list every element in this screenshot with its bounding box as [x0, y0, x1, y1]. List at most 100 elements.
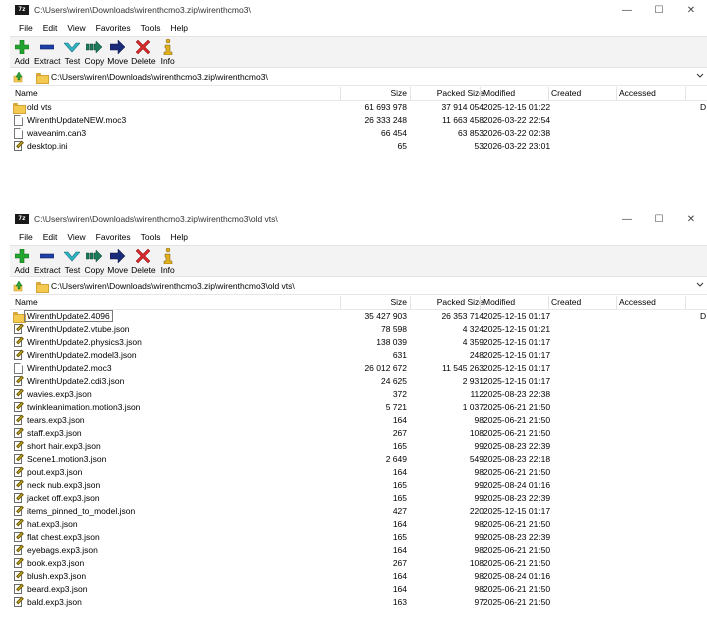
menu-file[interactable]: File: [14, 232, 38, 242]
file-row[interactable]: neck nub.exp3.json 165 99 2025-08-24 01:16: [10, 479, 707, 492]
file-modified: 2025-08-23 22:38: [483, 389, 551, 399]
chevron-down-icon[interactable]: [695, 71, 705, 81]
file-row[interactable]: WirenthUpdate2.physics3.json 138 039 4 359…: [10, 336, 707, 349]
file-row[interactable]: blush.exp3.json 164 98 2025-08-24 01:16: [10, 570, 707, 583]
minimize-button[interactable]: —: [611, 209, 643, 229]
file-size: 165: [392, 493, 407, 503]
file-name: WirenthUpdateNEW.moc3: [27, 115, 127, 125]
chevron-down-icon[interactable]: [695, 280, 705, 290]
col-size-header[interactable]: Size: [390, 88, 407, 98]
title-bar[interactable]: 7z C:\Users\wiren\Downloads\wirenthcmo3.…: [10, 209, 707, 229]
file-row[interactable]: beard.exp3.json 164 98 2025-06-21 21:50: [10, 583, 707, 596]
json-file-icon: [13, 596, 24, 608]
list-header: Name Size Packed Size Modified Created A…: [10, 86, 707, 101]
file-row[interactable]: WirenthUpdate2.cdi3.json 24 625 2 931 2025-…: [10, 375, 707, 388]
file-modified: 2025-06-21 21:50: [483, 428, 551, 438]
move-button[interactable]: Move: [107, 37, 128, 66]
file-row[interactable]: bald.exp3.json 163 97 2025-06-21 21:50: [10, 596, 707, 609]
file-row[interactable]: WirenthUpdateNEW.moc3 26 333 248 11 663 45…: [10, 114, 707, 127]
add-button[interactable]: Add: [13, 246, 31, 275]
copy-button[interactable]: Copy: [84, 37, 104, 66]
file-row[interactable]: hat.exp3.json 164 98 2025-06-21 21:50: [10, 518, 707, 531]
menu-edit[interactable]: Edit: [38, 23, 63, 33]
file-row[interactable]: twinkleanimation.motion3.json 5 721 1 037 2…: [10, 401, 707, 414]
file-row[interactable]: desktop.ini 65 53 2026-03-22 23:01: [10, 140, 707, 153]
file-row[interactable]: WirenthUpdate2.4096 35 427 903 26 353 714 2…: [10, 310, 707, 323]
file-modified: 2025-08-24 01:16: [483, 571, 551, 581]
delete-button[interactable]: Delete: [131, 246, 156, 275]
col-packed-header[interactable]: Packed Size: [437, 297, 484, 307]
file-row[interactable]: pout.exp3.json 164 98 2025-06-21 21:50: [10, 466, 707, 479]
test-icon: [63, 39, 81, 55]
col-accessed-header[interactable]: Accessed: [619, 297, 656, 307]
close-button[interactable]: ✕: [675, 0, 707, 20]
file-row[interactable]: items_pinned_to_model.json 427 220 2025-12-…: [10, 505, 707, 518]
file-row[interactable]: waveanim.can3 66 454 63 853 2026-03-22 02:3…: [10, 127, 707, 140]
file-row[interactable]: Scene1.motion3.json 2 649 549 2025-08-23 22…: [10, 453, 707, 466]
test-button[interactable]: Test: [63, 37, 81, 66]
file-row[interactable]: jacket off.exp3.json 165 99 2025-08-23 22:3…: [10, 492, 707, 505]
address-field[interactable]: C:\Users\wiren\Downloads\wirenthcmo3.zip…: [29, 279, 693, 293]
col-size-header[interactable]: Size: [390, 297, 407, 307]
file-size: 164: [392, 519, 407, 529]
menu-favorites[interactable]: Favorites: [91, 23, 136, 33]
menu-view[interactable]: View: [62, 23, 90, 33]
col-packed-header[interactable]: Packed Size: [437, 88, 484, 98]
info-icon: [159, 248, 177, 264]
add-button[interactable]: Add: [13, 37, 31, 66]
col-name-header[interactable]: Name: [15, 297, 38, 307]
close-button[interactable]: ✕: [675, 209, 707, 229]
extract-button[interactable]: Extract: [34, 37, 60, 66]
up-folder-icon[interactable]: [13, 71, 25, 83]
col-name-header[interactable]: Name: [15, 88, 38, 98]
file-row[interactable]: short hair.exp3.json 165 99 2025-08-23 22:3…: [10, 440, 707, 453]
menu-favorites[interactable]: Favorites: [91, 232, 136, 242]
extract-icon: [38, 39, 56, 55]
file-row[interactable]: WirenthUpdate2.moc3 26 012 672 11 545 263 2…: [10, 362, 707, 375]
delete-button[interactable]: Delete: [131, 37, 156, 66]
menu-tools[interactable]: Tools: [136, 23, 166, 33]
address-field[interactable]: C:\Users\wiren\Downloads\wirenthcmo3.zip…: [29, 70, 693, 84]
menu-view[interactable]: View: [62, 232, 90, 242]
maximize-button[interactable]: ☐: [643, 0, 675, 20]
minimize-button[interactable]: —: [611, 0, 643, 20]
file-size: 163: [392, 597, 407, 607]
test-button[interactable]: Test: [63, 246, 81, 275]
col-accessed-header[interactable]: Accessed: [619, 88, 656, 98]
menu-help[interactable]: Help: [165, 232, 192, 242]
menu-help[interactable]: Help: [165, 23, 192, 33]
info-button[interactable]: Info: [159, 246, 177, 275]
json-file-icon: [13, 570, 24, 582]
copy-icon: [85, 248, 103, 264]
file-row[interactable]: eyebags.exp3.json 164 98 2025-06-21 21:50: [10, 544, 707, 557]
copy-button[interactable]: Copy: [84, 246, 104, 275]
file-row[interactable]: flat chest.exp3.json 165 99 2025-08-23 22:3…: [10, 531, 707, 544]
menu-tools[interactable]: Tools: [136, 232, 166, 242]
extract-button[interactable]: Extract: [34, 246, 60, 275]
col-modified-header[interactable]: Modified: [483, 88, 515, 98]
file-modified: 2025-12-15 01:17: [483, 337, 551, 347]
title-bar[interactable]: 7z C:\Users\wiren\Downloads\wirenthcmo3.…: [10, 0, 707, 20]
file-row[interactable]: WirenthUpdate2.vtube.json 78 598 4 324 2025…: [10, 323, 707, 336]
col-modified-header[interactable]: Modified: [483, 297, 515, 307]
file-row[interactable]: book.exp3.json 267 108 2025-06-21 21:50: [10, 557, 707, 570]
file-packed-size: 4 324: [462, 324, 484, 334]
info-button[interactable]: Info: [159, 37, 177, 66]
col-created-header[interactable]: Created: [551, 88, 581, 98]
7zip-app-icon: 7z: [15, 214, 29, 224]
file-row[interactable]: wavies.exp3.json 372 112 2025-08-23 22:38: [10, 388, 707, 401]
file-row[interactable]: tears.exp3.json 164 98 2025-06-21 21:50: [10, 414, 707, 427]
col-created-header[interactable]: Created: [551, 297, 581, 307]
file-row[interactable]: old vts 61 693 978 37 914 054 2025-12-15 01…: [10, 101, 707, 114]
up-folder-icon[interactable]: [13, 280, 25, 292]
file-name: eyebags.exp3.json: [27, 545, 98, 555]
file-row[interactable]: WirenthUpdate2.model3.json 631 248 2025-12-…: [10, 349, 707, 362]
maximize-button[interactable]: ☐: [643, 209, 675, 229]
file-row[interactable]: staff.exp3.json 267 108 2025-06-21 21:50: [10, 427, 707, 440]
menu-file[interactable]: File: [14, 23, 38, 33]
file-name: WirenthUpdate2.moc3: [27, 363, 112, 373]
file-name: twinkleanimation.motion3.json: [27, 402, 141, 412]
menu-edit[interactable]: Edit: [38, 232, 63, 242]
move-button[interactable]: Move: [107, 246, 128, 275]
json-file-icon: [13, 453, 24, 465]
